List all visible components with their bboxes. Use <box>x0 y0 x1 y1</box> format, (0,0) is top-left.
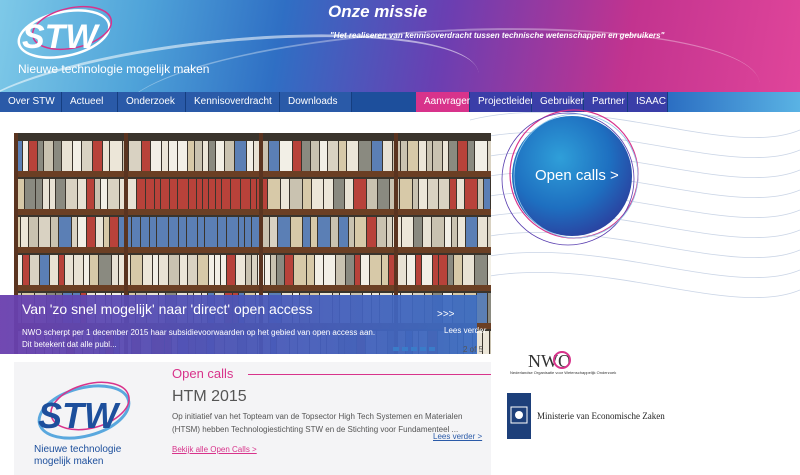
pager-count: 2 of 5 <box>463 345 484 354</box>
header-tagline: Nieuwe technologie mogelijk maken <box>18 62 210 76</box>
pager-dot[interactable] <box>429 347 435 351</box>
pager-dot[interactable] <box>402 347 408 351</box>
stw-lower-logo: STW <box>37 381 131 440</box>
stw-logo[interactable]: STW <box>12 4 122 60</box>
nav-item-over-stw[interactable]: Over STW <box>0 92 62 112</box>
carousel-arrows[interactable]: >>> <box>437 309 455 320</box>
carousel-read-more[interactable]: Lees verder <box>444 326 486 335</box>
open-calls-heading: Open calls <box>172 366 234 381</box>
lower-logo-tagline: Nieuwe technologie mogelijk maken <box>34 444 122 467</box>
nav-item-aanvrager[interactable]: Aanvrager <box>416 92 470 112</box>
pager-dot[interactable] <box>420 347 426 351</box>
carousel-pager <box>393 347 435 351</box>
site-header: STW Nieuwe technologie mogelijk maken On… <box>0 0 800 92</box>
pager-dot[interactable] <box>393 347 399 351</box>
mission-text: "Het realiseren van kennisoverdracht tus… <box>330 31 665 40</box>
nav-item-downloads[interactable]: Downloads <box>280 92 352 112</box>
decorative-swirl <box>470 109 800 298</box>
open-calls-bubble[interactable]: Open calls > <box>535 167 619 184</box>
nav-item-actueel[interactable]: Actueel <box>62 92 118 112</box>
carousel-title[interactable]: Van 'zo snel mogelijk' naar 'direct' ope… <box>22 301 313 317</box>
all-open-calls-link[interactable]: Bekijk alle Open Calls > <box>172 445 257 454</box>
ministry-name[interactable]: Ministerie van Economische Zaken <box>537 411 665 421</box>
nav-item-onderzoek[interactable]: Onderzoek <box>118 92 186 112</box>
open-call-read-more[interactable]: Lees verder > <box>433 432 482 441</box>
mission-title: Onze missie <box>328 2 428 21</box>
carousel-text: NWO scherpt per 1 december 2015 haar sub… <box>22 328 376 349</box>
nwo-subtitle: Nederlandse Organisatie voor Wetenschapp… <box>510 370 617 375</box>
heading-divider <box>248 374 491 375</box>
nwo-logo[interactable]: NWO <box>510 345 640 381</box>
nav-item-kennisoverdracht[interactable]: Kennisoverdracht <box>186 92 280 112</box>
open-call-title[interactable]: HTM 2015 <box>172 388 247 406</box>
pager-dot[interactable] <box>411 347 417 351</box>
ministry-emblem <box>507 393 531 439</box>
svg-text:STW: STW <box>22 18 100 56</box>
svg-text:STW: STW <box>38 395 121 436</box>
